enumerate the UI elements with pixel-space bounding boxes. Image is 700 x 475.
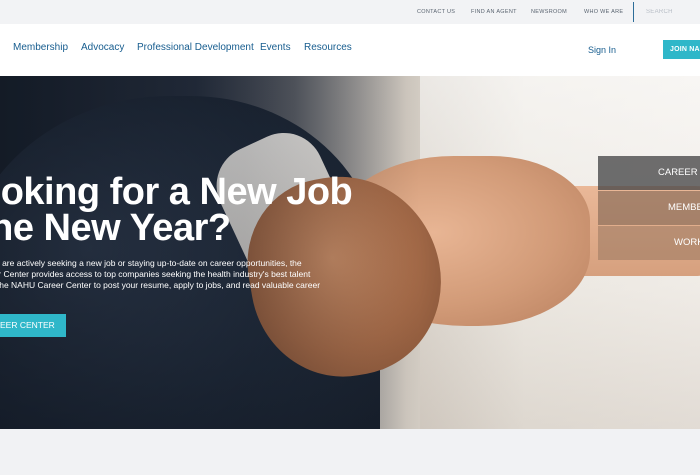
join-button[interactable]: JOIN NAHU	[663, 40, 700, 59]
search-input[interactable]	[640, 3, 700, 20]
hero-headline-line1: ooking for a New Job	[0, 171, 353, 213]
sign-in-link[interactable]: Sign In	[588, 45, 616, 55]
nav-events[interactable]: Events	[260, 42, 291, 53]
hero-body-line1: you are actively seeking a new job or st…	[0, 258, 302, 268]
contact-us-link[interactable]: CONTACT US	[417, 9, 455, 15]
hero-headline-line2: the New Year?	[0, 207, 231, 249]
nav-resources[interactable]: Resources	[304, 42, 352, 53]
hero-shade-overlay	[0, 76, 700, 429]
side-tab-career-center[interactable]: CAREER CE	[598, 156, 700, 190]
nav-membership[interactable]: Membership	[13, 42, 68, 53]
hero-banner: ooking for a New Job the New Year? you a…	[0, 76, 700, 429]
nav-professional-development[interactable]: Professional Development	[137, 42, 254, 53]
side-tab-work[interactable]: WORK	[598, 226, 700, 260]
nav-advocacy[interactable]: Advocacy	[81, 42, 124, 53]
below-hero-section	[0, 429, 700, 475]
newsroom-link[interactable]: NEWSROOM	[531, 9, 567, 15]
main-nav: Membership Advocacy Professional Develop…	[0, 24, 700, 76]
side-tab-member[interactable]: MEMBE	[598, 191, 700, 225]
hero-body-line4: s.	[0, 291, 356, 302]
side-tabs: CAREER CE MEMBE WORK	[598, 156, 700, 261]
find-an-agent-link[interactable]: FIND AN AGENT	[471, 9, 517, 15]
hero-body-line2: reer Center provides access to top compa…	[0, 269, 311, 279]
utility-divider	[633, 2, 634, 22]
who-we-are-link[interactable]: WHO WE ARE	[584, 9, 623, 15]
career-center-button[interactable]: EER CENTER	[0, 314, 66, 337]
hero-body-line3: sit the NAHU Career Center to post your …	[0, 280, 321, 290]
utility-bar: CONTACT US FIND AN AGENT NEWSROOM WHO WE…	[0, 0, 700, 24]
